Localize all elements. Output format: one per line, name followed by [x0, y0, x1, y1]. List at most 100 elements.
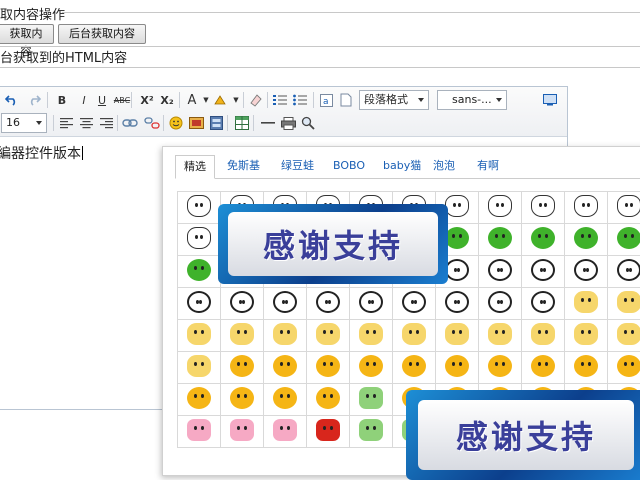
emoticon-cell[interactable] [521, 287, 565, 320]
emoticon-cell[interactable] [392, 319, 436, 352]
table-icon[interactable] [233, 114, 251, 132]
tab-lvdouwa[interactable]: 绿豆蛙 [281, 155, 314, 179]
align-left-icon[interactable] [57, 114, 75, 132]
subscript-icon[interactable]: X₂ [157, 91, 177, 109]
emoticon-cell[interactable] [349, 319, 393, 352]
emoticon-cell[interactable] [306, 415, 350, 448]
emoticon-cell[interactable] [607, 255, 640, 288]
green2-emoticon-icon [359, 387, 383, 409]
page-icon[interactable] [337, 91, 355, 109]
ordered-list-icon[interactable] [271, 91, 289, 109]
emoticon-cell[interactable] [435, 287, 479, 320]
image-icon[interactable] [187, 114, 205, 132]
emoticon-cell[interactable] [478, 319, 522, 352]
emoticon-cell[interactable] [349, 287, 393, 320]
emoticon-cell[interactable] [306, 287, 350, 320]
media-icon[interactable] [207, 114, 225, 132]
emoticon-cell[interactable] [478, 191, 522, 224]
emoticon-cell[interactable] [263, 415, 307, 448]
get-content-button[interactable]: 获取内容 [0, 24, 54, 58]
tab-jingxuan[interactable]: 精选 [175, 155, 215, 179]
search-icon[interactable] [299, 114, 317, 132]
emoticon-cell[interactable] [263, 287, 307, 320]
smile-emoticon-icon [316, 387, 340, 409]
emoticon-cell[interactable] [177, 255, 221, 288]
font-family-select[interactable]: sans-... [437, 90, 507, 110]
emoticon-cell[interactable] [177, 191, 221, 224]
emoticon-cell[interactable] [220, 415, 264, 448]
horizontal-rule-icon[interactable] [259, 114, 277, 132]
emoticon-cell[interactable] [177, 287, 221, 320]
emoticon-cell[interactable] [478, 223, 522, 256]
emoticon-cell[interactable] [220, 287, 264, 320]
emoticon-cell[interactable] [177, 319, 221, 352]
eraser-icon[interactable] [247, 91, 265, 109]
emoticon-cell[interactable] [521, 191, 565, 224]
text-box-icon[interactable]: a [317, 91, 335, 109]
strikethrough-icon[interactable]: ABC [111, 91, 133, 109]
emoticon-cell[interactable] [349, 351, 393, 384]
emoticon-icon[interactable] [167, 114, 185, 132]
emoticon-cell[interactable] [607, 319, 640, 352]
undo-icon[interactable] [3, 91, 21, 109]
emoticon-cell[interactable] [177, 351, 221, 384]
emoticon-cell[interactable] [263, 319, 307, 352]
emoticon-cell[interactable] [564, 319, 608, 352]
unlink-icon[interactable] [143, 114, 161, 132]
emoticon-cell[interactable] [392, 287, 436, 320]
emoticon-cell[interactable] [521, 319, 565, 352]
tab-paopao[interactable]: 泡泡 [433, 155, 455, 179]
emoticon-cell[interactable] [435, 319, 479, 352]
link-icon[interactable] [121, 114, 139, 132]
emoticon-cell[interactable] [220, 351, 264, 384]
preview-icon[interactable] [541, 91, 559, 109]
emoticon-cell[interactable] [392, 351, 436, 384]
emoticon-cell[interactable] [564, 223, 608, 256]
emoticon-cell[interactable] [607, 223, 640, 256]
editor-content[interactable]: 編器控件版本 [0, 143, 83, 163]
font-size-select[interactable]: 16 [1, 113, 47, 133]
emoticon-cell[interactable] [263, 383, 307, 416]
emoticon-cell[interactable] [564, 287, 608, 320]
emoticon-cell[interactable] [607, 191, 640, 224]
superscript-icon[interactable]: X² [137, 91, 157, 109]
align-center-icon[interactable] [77, 114, 95, 132]
tab-baby-cat[interactable]: baby猫 [383, 155, 421, 179]
emoticon-cell[interactable] [607, 287, 640, 320]
emoticon-cell[interactable] [521, 351, 565, 384]
emoticon-cell[interactable] [220, 319, 264, 352]
unordered-list-icon[interactable] [291, 91, 309, 109]
emoticon-cell[interactable] [177, 223, 221, 256]
italic-icon[interactable]: I [75, 91, 93, 109]
underline-icon[interactable]: U [93, 91, 111, 109]
emoticon-cell[interactable] [177, 415, 221, 448]
emoticon-cell[interactable] [521, 223, 565, 256]
emoticon-cell[interactable] [349, 383, 393, 416]
toolbar-separator [179, 92, 180, 108]
emoticon-cell[interactable] [263, 351, 307, 384]
tab-youa[interactable]: 有啊 [477, 155, 499, 179]
emoticon-cell[interactable] [521, 255, 565, 288]
emoticon-cell[interactable] [478, 287, 522, 320]
emoticon-cell[interactable] [435, 351, 479, 384]
redo-icon[interactable] [25, 91, 43, 109]
print-icon[interactable] [279, 114, 297, 132]
emoticon-cell[interactable] [306, 351, 350, 384]
bold-icon[interactable]: B [53, 91, 71, 109]
emoticon-cell[interactable] [607, 351, 640, 384]
emoticon-cell[interactable] [478, 255, 522, 288]
tab-mianstyle[interactable]: 免斯基 [227, 155, 260, 179]
backend-get-content-button[interactable]: 后台获取内容 [58, 24, 146, 44]
emoticon-cell[interactable] [306, 319, 350, 352]
emoticon-cell[interactable] [478, 351, 522, 384]
emoticon-cell[interactable] [564, 191, 608, 224]
paragraph-format-select[interactable]: 段落格式 [359, 90, 429, 110]
emoticon-cell[interactable] [564, 351, 608, 384]
emoticon-cell[interactable] [564, 255, 608, 288]
emoticon-cell[interactable] [349, 415, 393, 448]
emoticon-cell[interactable] [177, 383, 221, 416]
align-right-icon[interactable] [97, 114, 115, 132]
tab-bobo[interactable]: BOBO [333, 155, 365, 179]
emoticon-cell[interactable] [220, 383, 264, 416]
emoticon-cell[interactable] [306, 383, 350, 416]
